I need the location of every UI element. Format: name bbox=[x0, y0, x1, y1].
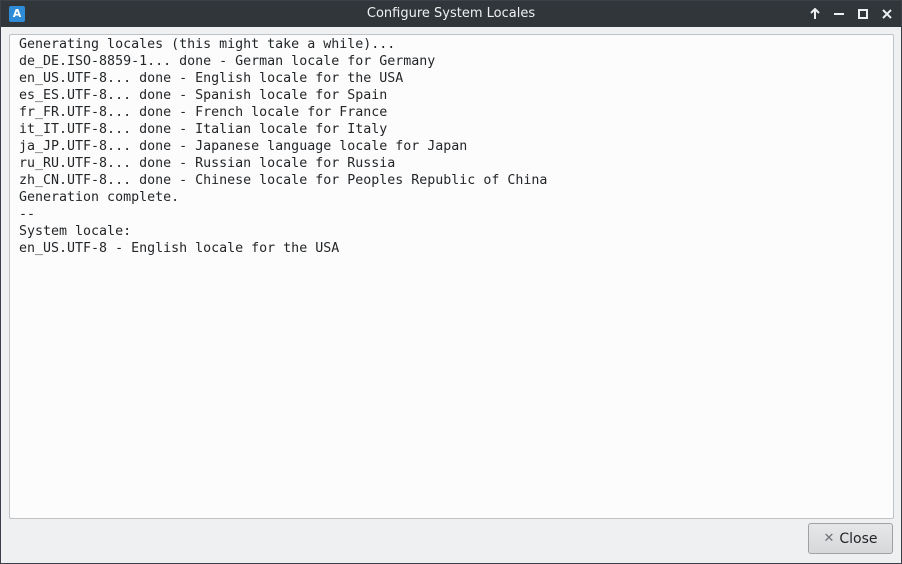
dialog-window: A Configure System Locales Generating lo… bbox=[0, 0, 902, 564]
output-line: Generation complete. bbox=[19, 190, 180, 205]
output-line: de_DE.ISO-8859-1... done - German locale… bbox=[19, 54, 436, 69]
keep-above-button[interactable] bbox=[805, 4, 825, 24]
output-line: ru_RU.UTF-8... done - Russian locale for… bbox=[19, 156, 396, 171]
close-button[interactable]: ✕ Close bbox=[808, 523, 893, 554]
output-line: fr_FR.UTF-8... done - French locale for … bbox=[19, 105, 388, 120]
keep-above-icon bbox=[810, 8, 820, 19]
window-title: Configure System Locales bbox=[366, 6, 536, 21]
output-line: System locale: bbox=[19, 224, 132, 239]
minimize-icon bbox=[834, 13, 844, 15]
minimize-button[interactable] bbox=[829, 4, 849, 24]
output-line: it_IT.UTF-8... done - Italian locale for… bbox=[19, 122, 388, 137]
output-line: -- bbox=[19, 207, 36, 222]
close-icon bbox=[882, 9, 892, 19]
output-line: en_US.UTF-8 - English locale for the USA bbox=[19, 241, 340, 256]
close-button-label: Close bbox=[839, 530, 878, 547]
maximize-icon bbox=[858, 9, 868, 19]
maximize-button[interactable] bbox=[853, 4, 873, 24]
output-line: Generating locales (this might take a wh… bbox=[19, 37, 396, 52]
window-close-button[interactable] bbox=[877, 4, 897, 24]
output-textbox[interactable]: Generating locales (this might take a wh… bbox=[9, 34, 894, 519]
title-bar[interactable]: A Configure System Locales bbox=[1, 1, 901, 27]
output-line: en_US.UTF-8... done - English locale for… bbox=[19, 71, 404, 86]
output-line: es_ES.UTF-8... done - Spanish locale for… bbox=[19, 88, 388, 103]
close-x-icon: ✕ bbox=[823, 531, 835, 546]
output-line: zh_CN.UTF-8... done - Chinese locale for… bbox=[19, 173, 548, 188]
output-line: ja_JP.UTF-8... done - Japanese language … bbox=[19, 139, 468, 154]
